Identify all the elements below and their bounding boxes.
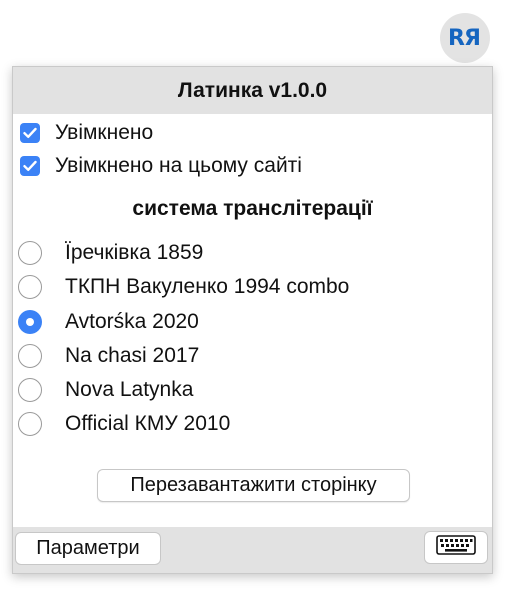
- browser-toolbar: R Я: [0, 0, 506, 66]
- latynka-extension-icon: R Я: [448, 21, 482, 56]
- radio-button[interactable]: [18, 412, 42, 436]
- option-label: Na chasi 2017: [65, 344, 200, 367]
- enabled-on-site-checkbox-row[interactable]: Увімкнено на цьому сайті: [20, 154, 302, 178]
- radio-button[interactable]: [18, 344, 42, 368]
- option-label: Avtorśka 2020: [65, 310, 199, 333]
- settings-button[interactable]: Параметри: [15, 532, 161, 565]
- popup-title: Латинка v1.0.0: [13, 67, 492, 114]
- checkmark-icon: [23, 160, 37, 171]
- radio-button[interactable]: [18, 378, 42, 402]
- keyboard-button[interactable]: [424, 531, 488, 564]
- option-label: Official КМУ 2010: [65, 412, 231, 435]
- radio-button[interactable]: [18, 275, 42, 299]
- svg-text:R: R: [448, 26, 465, 51]
- option-nova-latynka[interactable]: Nova Latynka: [18, 378, 193, 402]
- radio-button-selected[interactable]: [18, 310, 42, 334]
- popup-footer: Параметри: [13, 527, 492, 573]
- option-na-chasi[interactable]: Na chasi 2017: [18, 344, 199, 368]
- option-avtorska[interactable]: Avtorśka 2020: [18, 310, 199, 334]
- enabled-label: Увімкнено: [55, 121, 154, 144]
- extension-popup: Латинка v1.0.0 Увімкнено Увімкнено на ць…: [12, 66, 493, 574]
- enabled-checkbox[interactable]: [20, 123, 40, 143]
- option-label: Їречківка 1859: [65, 241, 204, 264]
- enabled-on-site-checkbox[interactable]: [20, 156, 40, 176]
- option-tkpn-vakulenko[interactable]: ТКПН Вакуленко 1994 combo: [18, 275, 349, 299]
- extension-toolbar-button[interactable]: R Я: [440, 13, 490, 63]
- keyboard-icon: [436, 535, 476, 560]
- option-label: ТКПН Вакуленко 1994 combo: [65, 275, 350, 298]
- checkmark-icon: [23, 127, 37, 138]
- enabled-on-site-label: Увімкнено на цьому сайті: [55, 154, 302, 177]
- enabled-checkbox-row[interactable]: Увімкнено: [20, 121, 153, 145]
- option-jirechkivka[interactable]: Їречківка 1859: [18, 241, 203, 265]
- option-official-kmu[interactable]: Official КМУ 2010: [18, 412, 230, 436]
- reload-page-button[interactable]: Перезавантажити сторінку: [97, 469, 410, 502]
- option-label: Nova Latynka: [65, 378, 194, 401]
- radio-button[interactable]: [18, 241, 42, 265]
- svg-text:Я: Я: [464, 26, 481, 51]
- transliteration-section-title: система транслітерації: [132, 197, 373, 220]
